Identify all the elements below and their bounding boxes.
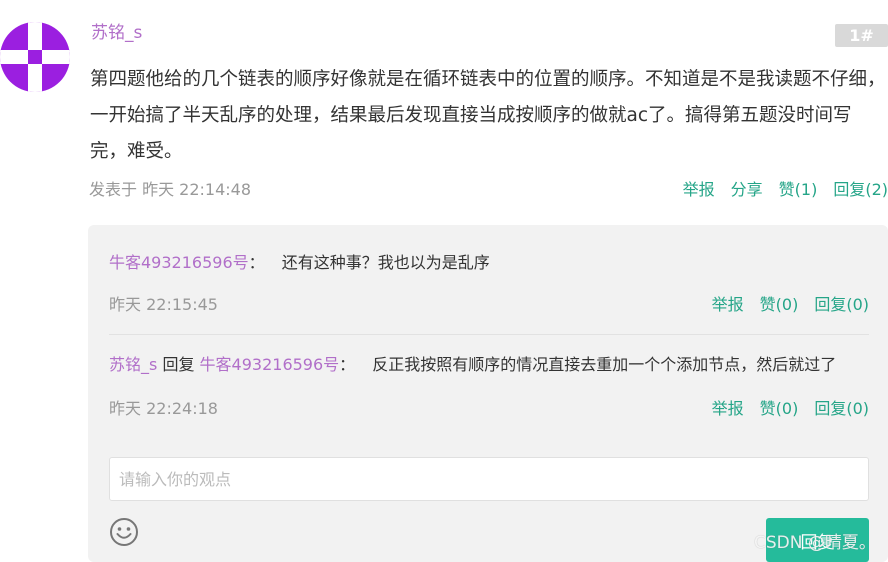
share-link[interactable]: 分享 [731,179,763,201]
reply-report-link[interactable]: 举报 [712,398,744,420]
reply-meta: 昨天 22:15:45 举报 赞(0) 回复(0) [109,294,869,316]
like-link[interactable]: 赞(1) [779,179,818,201]
post-content: 第四题他给的几个链表的顺序好像就是在循环链表中的位置的顺序。不知道是不是我读题不… [90,69,886,162]
reply-item: 牛客493216596号： 还有这种事？我也以为是乱序 [109,251,869,275]
floor-badge: 1# [835,24,888,47]
reply-text: 还有这种事？我也以为是乱序 [281,253,490,272]
reply-reply-link[interactable]: 回复(0) [814,398,869,420]
reply-text: 反正我按照有顺序的情况直接去重加一个个添加节点，然后就过了 [372,355,837,374]
reply-divider [109,334,869,335]
reply-reply-link[interactable]: 回复(0) [814,294,869,316]
avatar-icon [0,22,70,92]
emoji-button[interactable] [109,517,139,547]
reply-actions: 举报 赞(0) 回复(0) [712,294,869,316]
reply-line: 牛客493216596号： 还有这种事？我也以为是乱序 [109,251,869,275]
reply-like-link[interactable]: 赞(0) [760,294,799,316]
watermark: CSDN @晴夏。 [754,533,876,553]
report-link[interactable]: 举报 [683,179,715,201]
comment-input[interactable] [109,457,869,501]
reply-report-link[interactable]: 举报 [712,294,744,316]
reply-actions: 举报 赞(0) 回复(0) [712,398,869,420]
reply-like-link[interactable]: 赞(0) [760,398,799,420]
reply-user[interactable]: 苏铭_s [109,355,157,374]
reply-user[interactable]: 牛客493216596号 [109,253,249,272]
reply-word: 回复 [162,355,195,374]
avatar[interactable] [0,22,70,92]
smiley-icon [110,518,138,546]
reply-link[interactable]: 回复(2) [833,179,888,201]
reply-item: 苏铭_s 回复 牛客493216596号： 反正我按照有顺序的情况直接去重加一个… [109,353,869,377]
replies-panel: 牛客493216596号： 还有这种事？我也以为是乱序 昨天 22:15:45 … [88,225,888,562]
reply-separator: ： [339,355,356,374]
post-actions: 举报 分享 赞(1) 回复(2) [683,179,888,201]
reply-meta: 昨天 22:24:18 举报 赞(0) 回复(0) [109,398,869,420]
comment-post: 苏铭_s 1# 第四题他给的几个链表的顺序好像就是在循环链表中的位置的顺序。不知… [0,0,888,562]
reply-target-user[interactable]: 牛客493216596号 [200,355,340,374]
post-timestamp: 发表于 昨天 22:14:48 [89,180,252,199]
reply-line: 苏铭_s 回复 牛客493216596号： 反正我按照有顺序的情况直接去重加一个… [109,353,869,377]
post-username[interactable]: 苏铭_s [91,22,142,44]
reply-separator: ： [248,253,265,272]
